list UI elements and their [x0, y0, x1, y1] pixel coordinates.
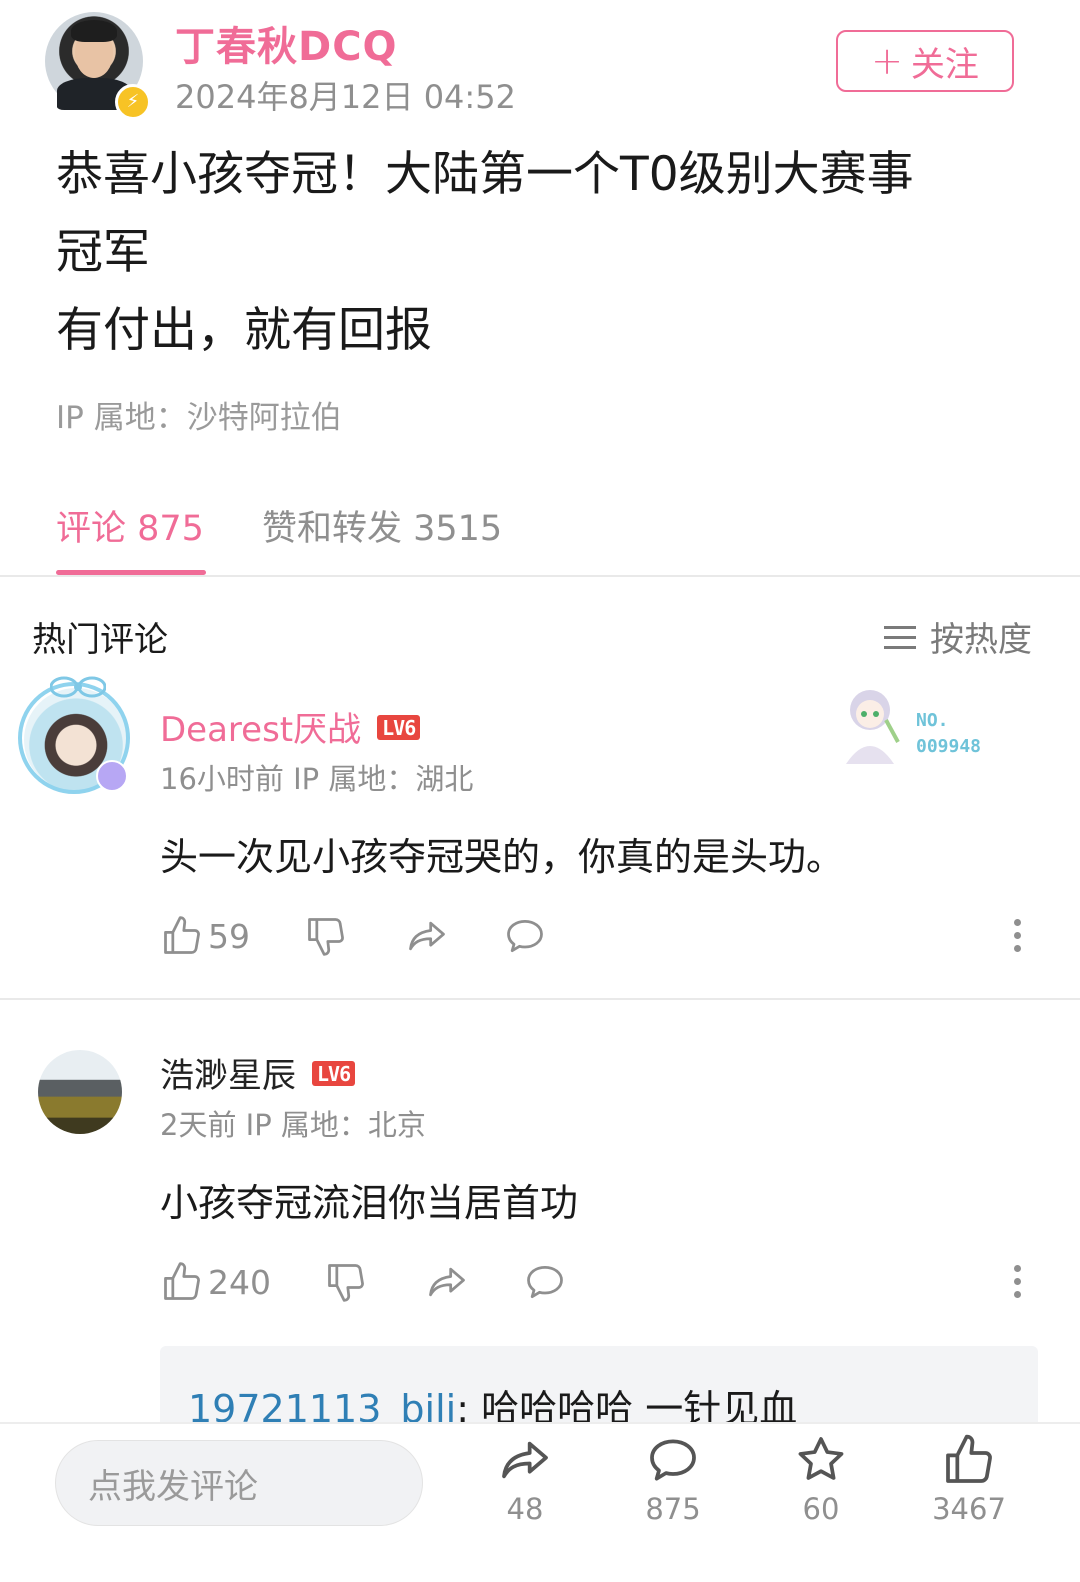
- favorite-button[interactable]: 60: [766, 1432, 876, 1526]
- comment-reply-button[interactable]: [522, 1260, 568, 1304]
- comment-divider: [0, 998, 1080, 1000]
- like-count: 59: [208, 916, 250, 956]
- post-text-line: 有付出，就有回报: [56, 303, 432, 358]
- hot-comments-title: 热门评论: [32, 620, 168, 660]
- level-badge: LV6: [377, 715, 421, 740]
- comment-reply-button[interactable]: [502, 914, 548, 958]
- dot-icon: [1013, 945, 1021, 952]
- dot-icon: [1013, 1291, 1021, 1298]
- comment-dislike-button[interactable]: [304, 914, 348, 958]
- comment-button[interactable]: 875: [618, 1432, 728, 1526]
- dot-icon: [1013, 1265, 1021, 1272]
- comment-meta: 2天前 IP 属地：北京: [160, 1108, 426, 1142]
- dot-icon: [1013, 932, 1021, 939]
- tab-likes-reposts[interactable]: 赞和转发 3515: [262, 500, 502, 551]
- follow-label: 关注: [910, 44, 979, 85]
- verified-lightning-icon: ⚡: [115, 84, 151, 120]
- thumbs-down-icon: [328, 1264, 364, 1302]
- post-timestamp: 2024年8月12日 04:52: [175, 78, 516, 116]
- share-arrow-icon: [409, 921, 445, 951]
- speech-bubble-icon: [507, 919, 543, 953]
- fan-badge-no-value: 009948: [916, 736, 982, 757]
- dot-icon: [1013, 1278, 1021, 1285]
- like-button[interactable]: 3467: [914, 1432, 1024, 1526]
- diamond-badge-icon: [96, 760, 128, 792]
- avatar-bow-icon: [50, 676, 106, 698]
- comment-more-menu[interactable]: [1011, 1265, 1023, 1304]
- favorite-count: 60: [802, 1492, 840, 1526]
- like-count: 240: [208, 1262, 271, 1302]
- post-ip-location: IP 属地：沙特阿拉伯: [56, 400, 342, 436]
- thumbs-up-icon: [164, 916, 200, 954]
- menu-lines-icon: [884, 624, 916, 650]
- sort-by-hot-button[interactable]: 按热度: [884, 612, 1032, 661]
- share-arrow-icon: [502, 1441, 548, 1479]
- comment-share-button[interactable]: [404, 914, 450, 958]
- comment-text: 小孩夺冠流泪你当居首功: [160, 1181, 579, 1225]
- commenter-name[interactable]: 浩渺星辰 LV6: [160, 1048, 356, 1097]
- commenter-avatar[interactable]: [38, 1050, 122, 1134]
- repost-count: 48: [506, 1492, 544, 1526]
- level-badge: LV6: [312, 1061, 356, 1086]
- dot-icon: [1013, 919, 1021, 926]
- tab-divider: [0, 575, 1080, 577]
- post-body: 恭喜小孩夺冠！大陆第一个T0级别大赛事 冠军 有付出，就有回报: [56, 136, 1016, 370]
- comment-like-button[interactable]: 59: [160, 914, 250, 958]
- post-text-line: 冠军: [56, 225, 150, 280]
- commenter-name-text: 浩渺星辰: [160, 1056, 296, 1096]
- post-text-line: 恭喜小孩夺冠！大陆第一个T0级别大赛事: [56, 147, 914, 202]
- comment-count: 875: [645, 1492, 701, 1526]
- comment-text: 头一次见小孩夺冠哭的，你真的是头功。: [160, 835, 845, 879]
- thumbs-up-icon: [946, 1434, 992, 1483]
- avatar-hair: [71, 20, 117, 42]
- comment-like-button[interactable]: 240: [160, 1260, 271, 1304]
- follow-button[interactable]: + 关注: [836, 30, 1014, 92]
- fan-badge-no-label: NO.: [916, 710, 949, 731]
- thumbs-up-icon: [164, 1262, 200, 1300]
- speech-bubble-icon: [650, 1439, 696, 1481]
- comment-meta: 16小时前 IP 属地：湖北: [160, 762, 474, 796]
- comment-input[interactable]: 点我发评论: [55, 1440, 423, 1526]
- sort-label: 按热度: [930, 620, 1032, 660]
- plus-icon: +: [871, 39, 903, 83]
- author-name[interactable]: 丁春秋DCQ: [175, 14, 398, 72]
- comment-share-button[interactable]: [424, 1260, 470, 1304]
- tab-comments[interactable]: 评论 875: [56, 500, 204, 551]
- like-count: 3467: [932, 1492, 1006, 1526]
- repost-button[interactable]: 48: [470, 1432, 580, 1526]
- comment-more-menu[interactable]: [1011, 919, 1023, 958]
- fan-badge-character-icon: [846, 690, 900, 764]
- commenter-name[interactable]: Dearest厌战 LV6: [160, 702, 421, 751]
- speech-bubble-icon: [527, 1265, 563, 1299]
- comment-dislike-button[interactable]: [324, 1260, 368, 1304]
- share-arrow-icon: [429, 1267, 465, 1297]
- fan-badge-number: NO. 009948: [916, 708, 981, 760]
- star-icon: [798, 1437, 844, 1480]
- thumbs-down-icon: [308, 918, 344, 956]
- commenter-name-text: Dearest厌战: [160, 710, 362, 750]
